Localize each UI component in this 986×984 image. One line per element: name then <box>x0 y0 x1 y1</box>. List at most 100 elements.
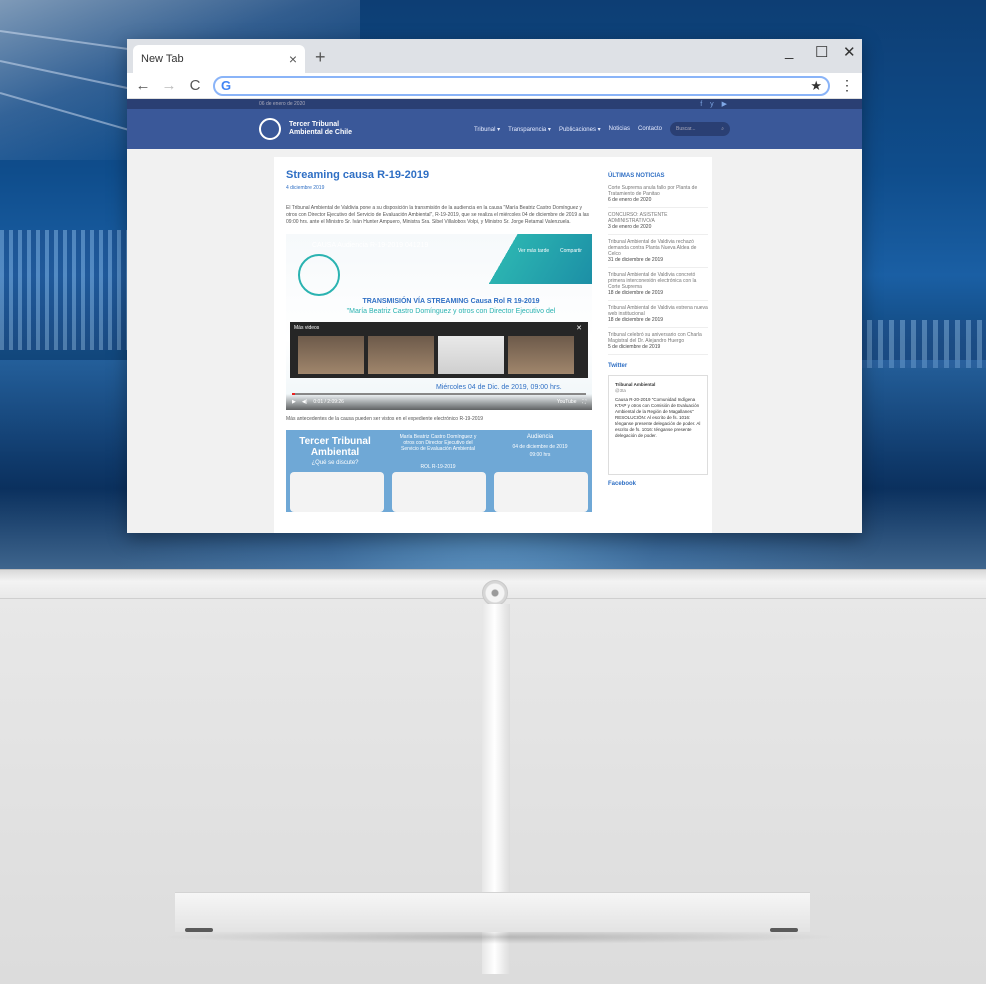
infographic-card <box>392 472 486 512</box>
bookmark-star-icon[interactable]: ★ <box>810 78 822 94</box>
infographic-card <box>290 472 384 512</box>
share-button[interactable]: Compartir <box>560 248 582 254</box>
youtube-logo[interactable]: YouTube <box>557 399 577 405</box>
news-item[interactable]: Tribunal celebró su aniversario con Char… <box>608 332 708 355</box>
google-icon: G <box>221 78 232 93</box>
video-thumbnail[interactable] <box>508 336 574 374</box>
social-icons[interactable]: f y ▶ <box>700 100 730 108</box>
video-banner-shape <box>462 234 592 284</box>
nav-item-tribunal[interactable]: Tribunal ▾ <box>474 126 500 133</box>
play-icon[interactable]: ▶ <box>292 399 296 405</box>
news-item[interactable]: Corte Suprema anula fallo por Planta de … <box>608 185 708 208</box>
video-thumbnail[interactable] <box>368 336 434 374</box>
news-item[interactable]: Tribunal Ambiental de Valdivia rechazó d… <box>608 239 708 268</box>
article-lead: El Tribunal Ambiental de Valdivia pone a… <box>286 205 590 225</box>
facebook-heading: Facebook <box>608 481 637 487</box>
close-panel-icon[interactable]: ✕ <box>576 324 582 332</box>
site-search-input[interactable]: Buscar... ⌕ <box>670 122 730 136</box>
infographic-audiencia: Audiencia <box>526 434 554 440</box>
news-item-title[interactable]: Tribunal Ambiental de Valdivia estrena n… <box>608 305 708 317</box>
infographic-parties: María Beatriz Castro Domínguez y otros c… <box>399 434 477 452</box>
infographic-date: 04 de diciembre de 2019 <box>512 444 568 450</box>
news-item-title[interactable]: Tribunal Ambiental de Valdivia concretó … <box>608 272 708 290</box>
forward-icon[interactable]: → <box>161 77 177 94</box>
search-icon[interactable]: ⌕ <box>721 126 724 132</box>
watch-later-button[interactable]: Ver más tarde <box>518 248 549 254</box>
news-item-date: 18 de diciembre de 2019 <box>608 317 664 323</box>
youtube-embed[interactable]: CAUSA Audiencia R-19-2019 041219 Ver más… <box>286 234 592 410</box>
browser-menu-icon[interactable]: ⋮ <box>840 77 854 94</box>
tribunal-seal-icon[interactable] <box>259 118 281 140</box>
twitter-heading: Twitter <box>608 363 628 369</box>
video-time: 0:01 / 2:09:26 <box>313 399 344 405</box>
video-seal-icon <box>298 254 340 296</box>
maximize-button[interactable]: ☐ <box>815 43 828 61</box>
news-item-title[interactable]: Tribunal Ambiental de Valdivia rechazó d… <box>608 239 708 257</box>
case-link-text[interactable]: Más antecedentes de la causa pueden ser … <box>286 416 592 422</box>
video-headline: TRANSMISIÓN VÍA STREAMING Causa Rol R 19… <box>362 298 540 305</box>
more-videos-panel: Más videos ✕ <box>290 322 588 378</box>
site-logo-text[interactable]: Tercer Tribunal Ambiental de Chile <box>289 121 359 137</box>
sidebar: ÚLTIMAS NOTICIAS Corte Suprema anula fal… <box>608 173 708 493</box>
video-subheadline: "María Beatriz Castro Domínguez y otros … <box>346 308 556 315</box>
video-thumbnail[interactable] <box>298 336 364 374</box>
more-videos-label: Más videos <box>294 325 320 331</box>
stand-foot <box>185 928 213 932</box>
video-title[interactable]: CAUSA Audiencia R-19-2019 041219 <box>312 242 428 249</box>
nav-item-noticias[interactable]: Noticias <box>609 126 630 132</box>
tab-title: New Tab <box>141 53 184 65</box>
article-title: Streaming causa R-19-2019 <box>286 169 430 181</box>
nav-item-publicaciones[interactable]: Publicaciones ▾ <box>559 126 601 133</box>
news-item-date: 3 de enero de 2020 <box>608 224 652 230</box>
address-bar[interactable]: G ★ <box>213 75 830 96</box>
twitter-widget[interactable]: Tribunal Ambiental @3ta Causa R-20-2019 … <box>608 375 708 475</box>
webcam-icon <box>482 580 508 606</box>
news-item-title[interactable]: Corte Suprema anula fallo por Planta de … <box>608 185 708 197</box>
video-controls: ▶ ◀) 0:01 / 2:09:26 YouTube ⛶ <box>286 394 592 410</box>
article: Streaming causa R-19-2019 4 diciembre 20… <box>286 169 592 512</box>
news-list: Corte Suprema anula fallo por Planta de … <box>608 185 708 355</box>
content-card: Streaming causa R-19-2019 4 diciembre 20… <box>274 157 712 533</box>
tab-new-tab[interactable]: New Tab × <box>133 45 305 73</box>
nav-item-contacto[interactable]: Contacto <box>638 126 662 132</box>
infographic-time: 09:00 hrs <box>529 452 551 458</box>
minimize-button[interactable]: _ <box>785 43 793 60</box>
close-window-button[interactable]: ✕ <box>843 43 856 61</box>
back-icon[interactable]: ← <box>135 77 151 94</box>
volume-icon[interactable]: ◀) <box>302 399 308 405</box>
news-item[interactable]: Tribunal Ambiental de Valdivia concretó … <box>608 272 708 301</box>
search-placeholder: Buscar... <box>676 126 696 132</box>
tweet-handle[interactable]: @3ta <box>615 388 701 394</box>
main-nav: Tribunal ▾ Transparencia ▾ Publicaciones… <box>474 122 730 136</box>
browser-window: New Tab × + _ ☐ ✕ ← → C G ★ ⋮ 06 de ener… <box>127 39 862 533</box>
video-thumbnails <box>298 336 574 374</box>
tab-bar: New Tab × + _ ☐ ✕ <box>127 39 862 73</box>
top-strip: 06 de enero de 2020 f y ▶ <box>127 99 862 109</box>
nav-item-transparencia[interactable]: Transparencia ▾ <box>508 126 551 133</box>
reload-icon[interactable]: C <box>187 77 203 94</box>
stand-foot <box>770 928 798 932</box>
fullscreen-icon[interactable]: ⛶ <box>582 399 586 405</box>
infographic-card <box>494 472 588 512</box>
news-item[interactable]: Tribunal Ambiental de Valdivia estrena n… <box>608 305 708 328</box>
case-infographic: Tercer Tribunal Ambiental ¿Qué se discut… <box>286 430 592 512</box>
monitor-screen: New Tab × + _ ☐ ✕ ← → C G ★ ⋮ 06 de ener… <box>0 0 986 574</box>
monitor-stand-base <box>175 892 810 932</box>
top-date: 06 de enero de 2020 <box>259 101 306 107</box>
tweet-text: Causa R-20-2019 "Comunidad Indígena KTAP… <box>615 397 701 438</box>
new-tab-button[interactable]: + <box>315 47 326 68</box>
city-skyline <box>0 230 130 350</box>
news-item-date: 6 de enero de 2020 <box>608 197 652 203</box>
news-item-date: 31 de diciembre de 2019 <box>608 257 664 263</box>
article-date: 4 diciembre 2019 <box>286 185 325 191</box>
video-thumbnail[interactable] <box>438 336 504 374</box>
news-item-title[interactable]: CONCURSO: ASISTENTE ADMINISTRATIVO/A <box>608 212 708 224</box>
news-item[interactable]: CONCURSO: ASISTENTE ADMINISTRATIVO/A 3 de… <box>608 212 708 235</box>
news-item-title[interactable]: Tribunal celebró su aniversario con Char… <box>608 332 708 344</box>
news-heading: ÚLTIMAS NOTICIAS <box>608 173 665 179</box>
infographic-title: Tercer Tribunal Ambiental <box>299 436 371 458</box>
video-schedule: Miércoles 04 de Dic. de 2019, 09:00 hrs. <box>436 384 562 391</box>
close-tab-icon[interactable]: × <box>289 51 297 67</box>
browser-toolbar: ← → C G ★ ⋮ <box>127 73 862 99</box>
news-item-date: 18 de diciembre de 2019 <box>608 290 664 296</box>
